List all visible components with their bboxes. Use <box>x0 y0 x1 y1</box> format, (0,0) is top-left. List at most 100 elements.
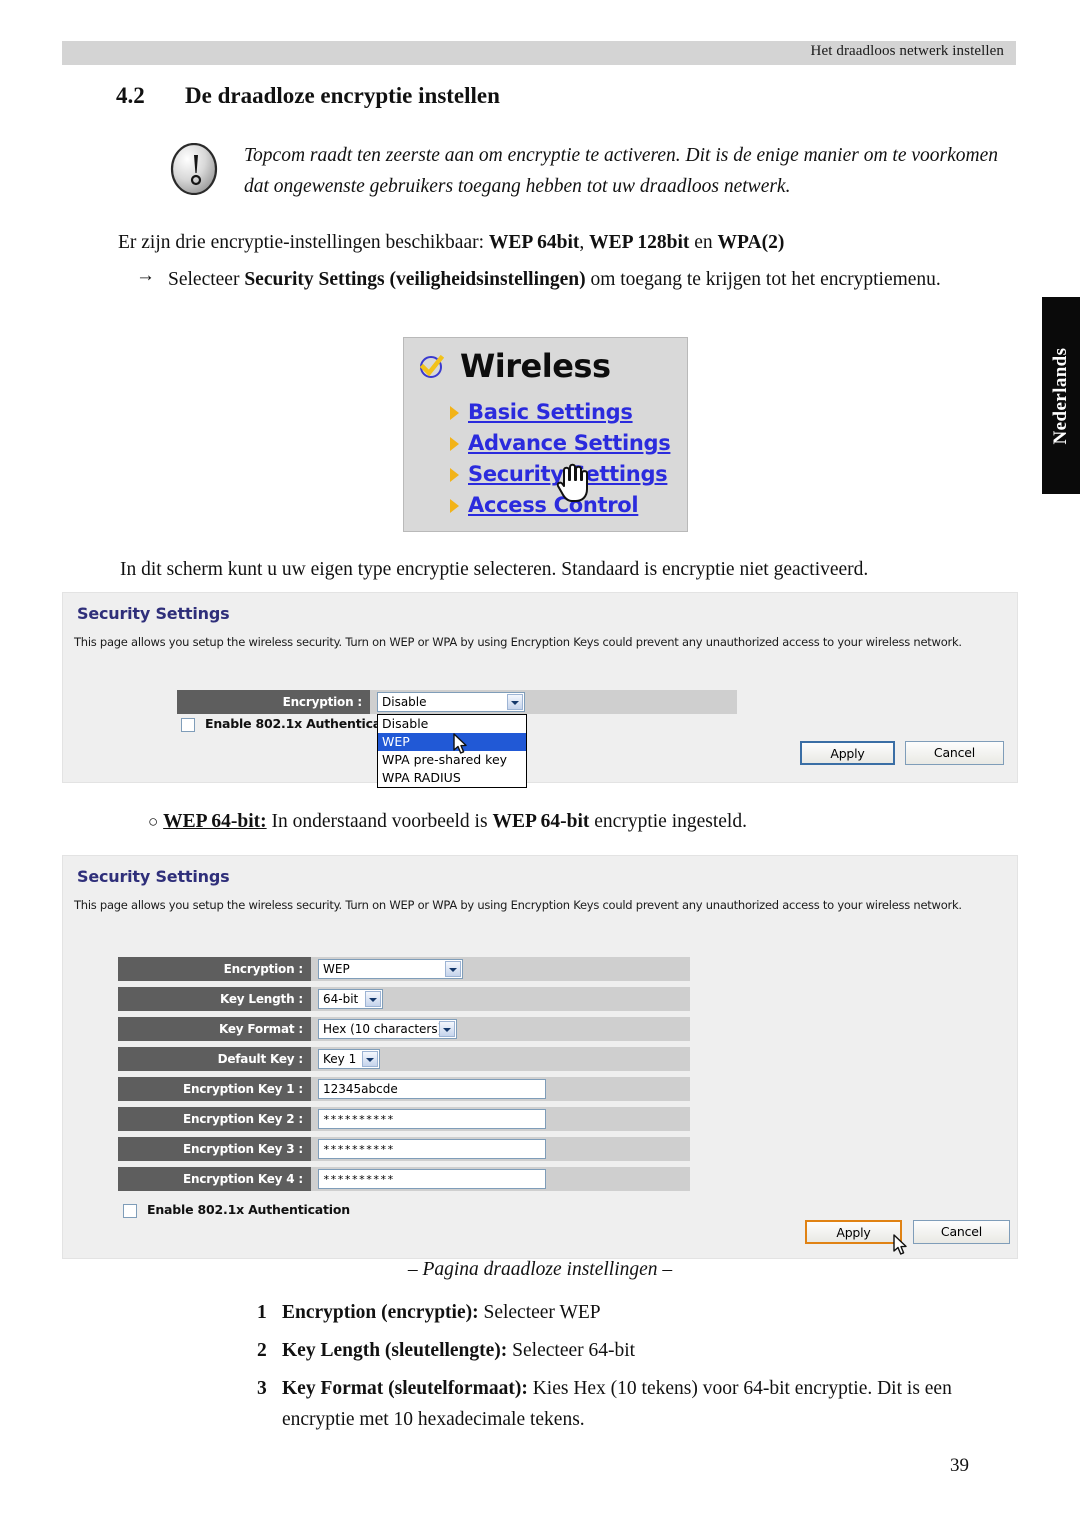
chevron-down-icon[interactable] <box>445 961 461 977</box>
step-2: Key Length (sleutellengte): Selecteer 64… <box>282 1335 1022 1366</box>
encryption-key-4-row: Encryption Key 4 : ********** <box>118 1167 690 1191</box>
triangle-right-icon <box>450 499 459 513</box>
step-1-number: 1 <box>257 1302 267 1323</box>
wep64-bold-label: WEP 64-bit: <box>163 811 267 832</box>
check-circle-icon <box>418 354 445 380</box>
default-key-select[interactable]: Key 1 <box>318 1049 380 1069</box>
encryption-key-1-row: Encryption Key 1 : 12345abcde <box>118 1077 690 1101</box>
key-format-select[interactable]: Hex (10 characters) <box>318 1019 457 1039</box>
panel-title: Security Settings <box>77 604 230 623</box>
encryption-select[interactable]: Disable <box>377 692 525 712</box>
encryption-dropdown-list[interactable]: Disable WEP WPA pre-shared key WPA RADIU… <box>377 714 527 788</box>
encryption-key-4-label: Encryption Key 4 : <box>118 1167 311 1191</box>
step-2-number: 2 <box>257 1340 267 1361</box>
apply-button[interactable]: Apply <box>805 1220 902 1244</box>
step-3: Key Format (sleutelformaat): Kies Hex (1… <box>282 1373 1024 1435</box>
figure-caption: – Pagina draadloze instellingen – <box>407 1259 673 1280</box>
triangle-right-icon <box>450 437 459 451</box>
encryption-label: Encryption : <box>118 957 311 981</box>
key-length-row: Key Length : 64-bit <box>118 987 690 1011</box>
chevron-down-icon[interactable] <box>365 991 381 1007</box>
encryption-row: Encryption : Disable <box>177 690 737 714</box>
dropdown-option-wpa-radius[interactable]: WPA RADIUS <box>378 769 526 787</box>
arrow-bold-security-settings: Security Settings (veiligheidsinstelling… <box>244 269 586 290</box>
chevron-down-icon[interactable] <box>439 1021 455 1037</box>
arrow-pointer-cursor <box>453 733 469 755</box>
enable-8021x-checkbox[interactable] <box>123 1204 137 1218</box>
running-header-bar: Het draadloos netwerk instellen <box>62 41 1016 65</box>
arrow-pointer-cursor <box>893 1234 909 1256</box>
key-length-select-value: 64-bit <box>323 992 359 1006</box>
key-length-select[interactable]: 64-bit <box>318 989 383 1009</box>
step-3-bold: Key Format (sleutelformaat): <box>282 1378 528 1399</box>
step-1: Encryption (encryptie): Selecteer WEP <box>282 1297 1022 1328</box>
encryption-key-1-input[interactable]: 12345abcde <box>318 1079 546 1099</box>
note-text: Topcom raadt ten zeerste aan om encrypti… <box>244 145 999 197</box>
encryption-key-2-row: Encryption Key 2 : ********** <box>118 1107 690 1131</box>
wep64-bold-2: WEP 64-bit <box>492 811 590 832</box>
intro-bold-wep128: WEP 128bit <box>589 232 690 253</box>
intro-text-plain: Er zijn drie encryptie-instellingen besc… <box>118 232 489 253</box>
wireless-menu-title: Wireless <box>460 347 611 385</box>
default-key-label: Default Key : <box>118 1047 311 1071</box>
wep64-plain-2: encryptie ingesteld. <box>589 811 747 832</box>
warning-exclamation-icon <box>168 142 220 196</box>
panel-title: Security Settings <box>77 867 230 886</box>
page-number: 39 <box>950 1455 969 1476</box>
hand-pointer-cursor <box>553 460 593 504</box>
encryption-label: Encryption : <box>177 690 370 714</box>
cancel-button[interactable]: Cancel <box>913 1220 1010 1244</box>
screen-description-paragraph: In dit scherm kunt u uw eigen type encry… <box>120 559 869 580</box>
dropdown-option-wpa-pre-shared-key[interactable]: WPA pre-shared key <box>378 751 526 769</box>
running-header-text: Het draadloos netwerk instellen <box>810 43 1004 59</box>
step-1-bold: Encryption (encryptie): <box>282 1302 479 1323</box>
encryption-key-3-input[interactable]: ********** <box>318 1139 546 1159</box>
panel-description: This page allows you setup the wireless … <box>74 898 962 912</box>
step-3-number: 3 <box>257 1378 267 1399</box>
wep64-paragraph: ○ WEP 64-bit: In onderstaand voorbeeld i… <box>148 806 1038 837</box>
circle-bullet-icon: ○ <box>148 812 159 831</box>
step-1-plain: Selecteer WEP <box>478 1302 601 1323</box>
arrow-text-plain-2: om toegang te krijgen tot het encryptiem… <box>585 269 941 290</box>
apply-button[interactable]: Apply <box>800 741 895 765</box>
encryption-key-1-label: Encryption Key 1 : <box>118 1077 311 1101</box>
dropdown-option-disable[interactable]: Disable <box>378 715 526 733</box>
arrow-right-icon: → <box>136 265 155 286</box>
encryption-key-3-row: Encryption Key 3 : ********** <box>118 1137 690 1161</box>
chevron-down-icon[interactable] <box>362 1051 378 1067</box>
side-tab-label: Nederlands <box>1050 347 1071 444</box>
cancel-button[interactable]: Cancel <box>905 741 1004 765</box>
default-key-row: Default Key : Key 1 <box>118 1047 690 1071</box>
key-format-label: Key Format : <box>118 1017 311 1041</box>
wep64-plain-1: In onderstaand voorbeeld is <box>266 811 493 832</box>
key-length-label: Key Length : <box>118 987 311 1011</box>
language-side-tab: Nederlands <box>1042 297 1080 494</box>
intro-bold-wep64: WEP 64bit <box>488 232 580 253</box>
chevron-down-icon[interactable] <box>507 694 523 710</box>
wireless-menu-item-advance-settings[interactable]: Advance Settings <box>468 431 671 455</box>
key-format-select-value: Hex (10 characters) <box>323 1022 443 1036</box>
encryption-select[interactable]: WEP <box>318 959 463 979</box>
wireless-menu-screenshot: Wireless Basic Settings Advance Settings… <box>403 337 688 532</box>
wireless-menu-item-basic-settings[interactable]: Basic Settings <box>468 400 633 424</box>
encryption-select-value: WEP <box>323 962 350 976</box>
security-settings-panel-dropdown: Security Settings This page allows you s… <box>62 592 1018 788</box>
dropdown-option-wep[interactable]: WEP <box>378 733 526 751</box>
key-format-row: Key Format : Hex (10 characters) <box>118 1017 690 1041</box>
intro-bold-wpa2: WPA(2) <box>717 232 785 253</box>
select-security-settings-instruction: Selecteer Security Settings (veiligheids… <box>168 264 1030 295</box>
intro-text-en: en <box>689 232 718 253</box>
intro-separator: , <box>579 232 590 253</box>
enable-8021x-label: Enable 802.1x Authentication <box>147 1202 350 1217</box>
enable-8021x-checkbox[interactable] <box>181 718 195 732</box>
triangle-right-icon <box>450 468 459 482</box>
encryption-row: Encryption : WEP <box>118 957 690 981</box>
security-settings-panel-wep: Security Settings This page allows you s… <box>62 855 1018 1259</box>
encryption-key-3-label: Encryption Key 3 : <box>118 1137 311 1161</box>
page-title: De draadloze encryptie instellen <box>185 83 500 108</box>
encryption-key-2-input[interactable]: ********** <box>318 1109 546 1129</box>
arrow-text-plain-1: Selecteer <box>168 269 245 290</box>
encryption-key-4-input[interactable]: ********** <box>318 1169 546 1189</box>
intro-paragraph: Er zijn drie encryptie-instellingen besc… <box>118 227 1028 258</box>
step-2-plain: Selecteer 64-bit <box>507 1340 636 1361</box>
